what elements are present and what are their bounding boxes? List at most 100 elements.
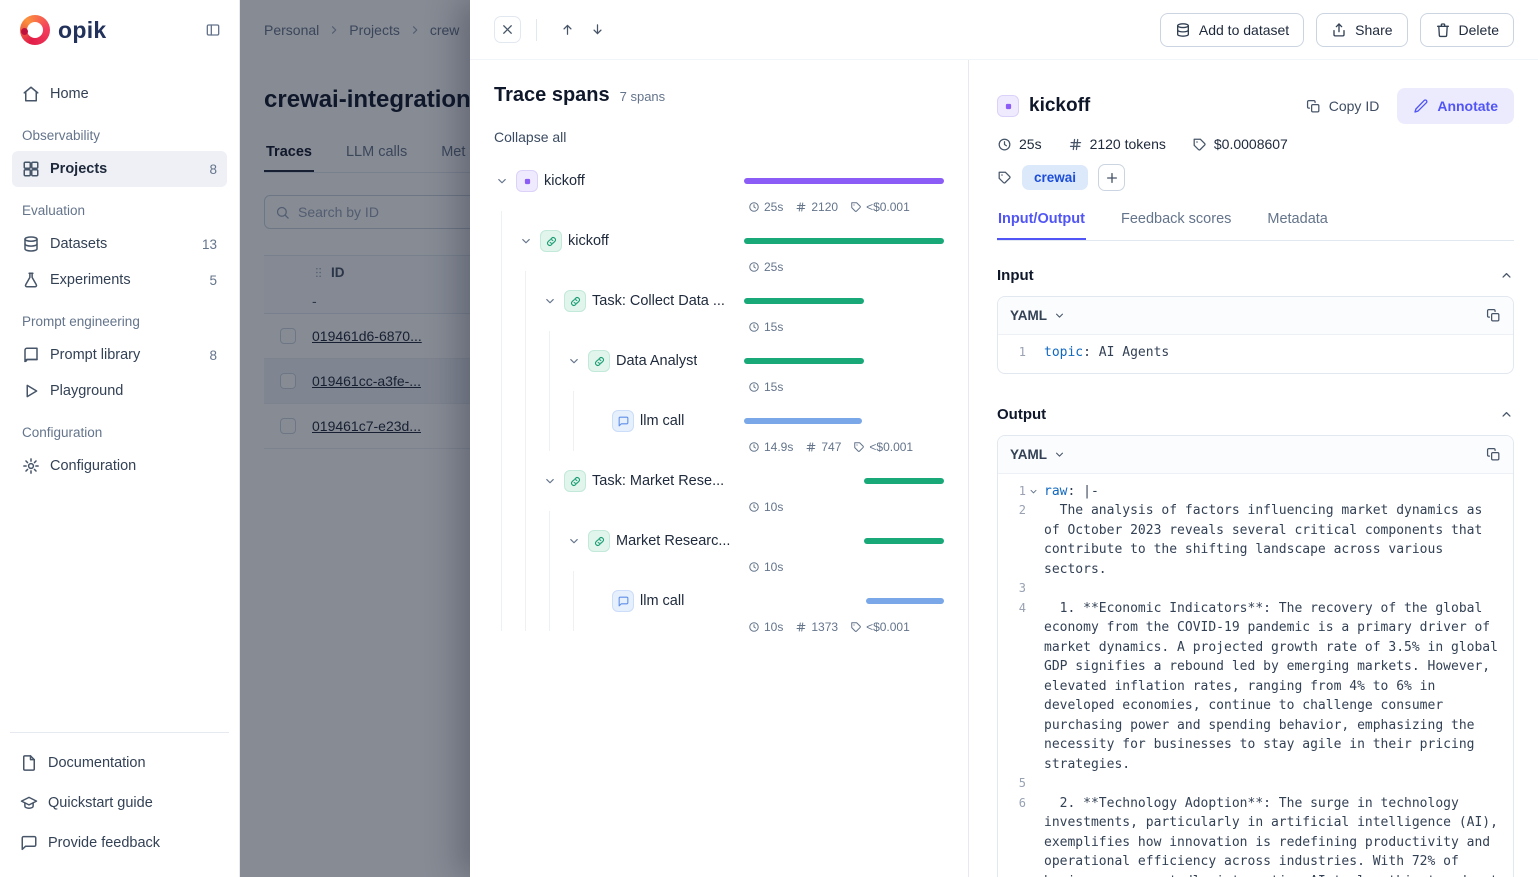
chevron-down-icon[interactable] xyxy=(518,233,534,249)
sidebar-item-datasets[interactable]: Datasets 13 xyxy=(12,226,227,262)
close-drawer-button[interactable] xyxy=(494,16,521,43)
sidebar-section-label: Prompt engineering xyxy=(12,298,227,337)
tag-crewai[interactable]: crewai xyxy=(1022,165,1088,190)
span-meta: 10s xyxy=(748,500,783,514)
stat-0-0008607: $0.0008607 xyxy=(1192,136,1288,152)
tab-feedback-scores[interactable]: Feedback scores xyxy=(1120,211,1232,240)
link-icon xyxy=(588,350,610,372)
span-row-kickoff[interactable]: kickoff 25s xyxy=(494,225,944,285)
line-number: 1 xyxy=(1004,482,1026,502)
experiments-icon xyxy=(22,271,40,289)
span-label: llm call xyxy=(640,593,684,609)
code-text xyxy=(1044,579,1503,599)
span-meta: <$0.001 xyxy=(853,440,913,454)
link-icon xyxy=(540,230,562,252)
stat-25s: 25s xyxy=(997,136,1042,152)
opik-logo-text: opik xyxy=(58,17,106,44)
span-row-task-collect-data[interactable]: Task: Collect Data ... 15s xyxy=(494,285,944,345)
span-row-data-analyst[interactable]: Data Analyst 15s xyxy=(494,345,944,405)
collapse-all-button[interactable]: Collapse all xyxy=(494,129,566,145)
add-to-dataset-button[interactable]: Add to dataset xyxy=(1160,13,1304,47)
output-section: Output YAML 1 xyxy=(997,406,1514,877)
chevron-down-icon[interactable] xyxy=(566,533,582,549)
chevron-down-icon[interactable] xyxy=(494,173,510,189)
span-label: kickoff xyxy=(568,233,609,249)
clock-icon xyxy=(748,201,760,213)
tab-input-output[interactable]: Input/Output xyxy=(997,211,1086,240)
hash-icon xyxy=(795,201,807,213)
code-text: 1. **Economic Indicators**: The recovery… xyxy=(1044,599,1503,775)
footer-item-documentation[interactable]: Documentation xyxy=(10,743,229,783)
sidebar-collapse-button[interactable] xyxy=(201,18,225,42)
clock-icon xyxy=(748,621,760,633)
footer-item-label: Provide feedback xyxy=(48,835,160,851)
annotate-button[interactable]: Annotate xyxy=(1397,88,1514,124)
code-line: 4 1. **Economic Indicators**: The recove… xyxy=(1004,599,1503,775)
span-row-market-researc[interactable]: Market Researc... 10s xyxy=(494,525,944,585)
span-row-task-market-rese[interactable]: Task: Market Rese... 10s xyxy=(494,465,944,525)
tree-indent-guide xyxy=(542,525,560,557)
clock-icon xyxy=(748,561,760,573)
hash-icon xyxy=(805,441,817,453)
input-section: Input YAML 1 xyxy=(997,267,1514,374)
footer-item-provide-feedback[interactable]: Provide feedback xyxy=(10,823,229,863)
tab-metadata[interactable]: Metadata xyxy=(1266,211,1328,240)
sidebar-item-playground[interactable]: Playground xyxy=(12,373,227,409)
share-button[interactable]: Share xyxy=(1316,13,1407,47)
collapse-output-button[interactable] xyxy=(1499,407,1514,422)
span-meta: <$0.001 xyxy=(850,620,910,634)
home-icon xyxy=(22,85,40,103)
trace-icon xyxy=(997,95,1019,117)
configuration-icon xyxy=(22,457,40,475)
documentation-icon xyxy=(20,754,38,772)
sidebar-item-label: Prompt library xyxy=(50,347,140,363)
sidebar-item-prompt-library[interactable]: Prompt library 8 xyxy=(12,337,227,373)
share-icon xyxy=(1331,22,1347,38)
tree-indent-guide xyxy=(518,465,536,497)
collapse-input-button[interactable] xyxy=(1499,268,1514,283)
footer-item-quickstart-guide[interactable]: Quickstart guide xyxy=(10,783,229,823)
span-row-llm-call[interactable]: llm call 10s1373<$0.001 xyxy=(494,585,944,645)
tag-list: crewai xyxy=(1022,165,1088,190)
sidebar-item-count: 8 xyxy=(209,348,217,363)
code-text: 2. **Technology Adoption**: The surge in… xyxy=(1044,794,1503,877)
opik-logo[interactable]: opik xyxy=(20,15,106,45)
quickstart-icon xyxy=(20,794,38,812)
cost-icon xyxy=(1192,137,1207,152)
fold-chevron-icon[interactable] xyxy=(1028,486,1039,497)
span-detail-panel: kickoff Copy ID Annotate 25s2120 tokens$… xyxy=(968,60,1538,877)
sidebar-item-configuration[interactable]: Configuration xyxy=(12,448,227,484)
trace-drawer: Add to dataset Share Delete Trace spans … xyxy=(470,0,1538,877)
span-row-llm-call[interactable]: llm call 14.9s747<$0.001 xyxy=(494,405,944,465)
input-format-select[interactable]: YAML xyxy=(1010,308,1066,323)
previous-trace-button[interactable] xyxy=(552,15,582,45)
copy-id-button[interactable]: Copy ID xyxy=(1306,98,1380,114)
sidebar-item-label: Datasets xyxy=(50,236,107,252)
line-number: 1 xyxy=(1004,343,1026,363)
chevron-down-icon[interactable] xyxy=(542,293,558,309)
span-row-kickoff[interactable]: kickoff 25s2120<$0.001 xyxy=(494,165,944,225)
input-section-title: Input xyxy=(997,267,1034,284)
sidebar-item-projects[interactable]: Projects 8 xyxy=(12,151,227,187)
next-trace-button[interactable] xyxy=(582,15,612,45)
chevron-spacer xyxy=(590,593,606,609)
footer-item-label: Quickstart guide xyxy=(48,795,153,811)
chevron-down-icon[interactable] xyxy=(566,353,582,369)
span-meta: 15s xyxy=(748,380,783,394)
add-tag-button[interactable] xyxy=(1098,164,1125,191)
sidebar-section-label: Evaluation xyxy=(12,187,227,226)
copy-input-button[interactable] xyxy=(1486,308,1501,323)
clock-icon xyxy=(748,321,760,333)
link-icon xyxy=(588,530,610,552)
copy-output-button[interactable] xyxy=(1486,447,1501,462)
chevron-down-icon[interactable] xyxy=(542,473,558,489)
code-line: 2 The analysis of factors influencing ma… xyxy=(1004,501,1503,579)
delete-button[interactable]: Delete xyxy=(1420,13,1514,47)
sidebar-item-home[interactable]: Home xyxy=(12,76,227,112)
trace-spans-panel: Trace spans 7 spans Collapse all kickoff… xyxy=(470,60,968,877)
tree-indent-guide xyxy=(494,525,512,557)
sidebar-item-experiments[interactable]: Experiments 5 xyxy=(12,262,227,298)
output-format-select[interactable]: YAML xyxy=(1010,447,1066,462)
chevron-spacer xyxy=(590,413,606,429)
stat-2120-tokens: 2120 tokens xyxy=(1068,136,1166,152)
